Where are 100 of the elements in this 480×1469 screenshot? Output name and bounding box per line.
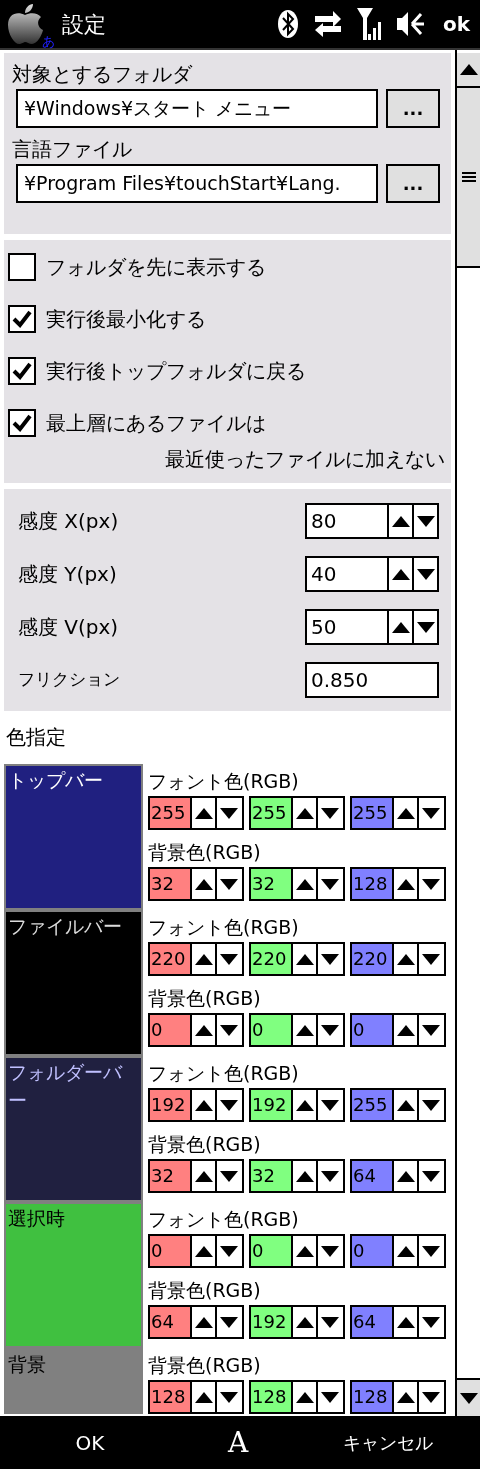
spin-down-button[interactable]	[316, 1161, 341, 1191]
color-spin-box[interactable]: 128	[350, 1380, 446, 1414]
spin-up-button[interactable]	[291, 1161, 316, 1191]
spin-up-button[interactable]	[190, 1382, 215, 1412]
spin-down-button[interactable]	[215, 1236, 240, 1266]
scroll-up-button[interactable]	[457, 53, 480, 88]
spin-up-button[interactable]	[387, 505, 412, 537]
path-field[interactable]: ¥Program Files¥touchStart¥Lang.	[16, 164, 378, 203]
spin-down-button[interactable]	[316, 1382, 341, 1412]
spin-box[interactable]: 80	[305, 503, 439, 539]
spin-down-button[interactable]	[215, 1090, 240, 1120]
color-spin-box[interactable]: 0	[148, 1013, 244, 1047]
spin-down-button[interactable]	[412, 611, 437, 643]
spin-down-button[interactable]	[215, 1161, 240, 1191]
color-spin-box[interactable]: 255	[148, 796, 244, 830]
spin-up-button[interactable]	[291, 1382, 316, 1412]
friction-field[interactable]: 0.850	[305, 662, 439, 698]
color-spin-box[interactable]: 0	[249, 1234, 345, 1268]
spin-up-button[interactable]	[392, 869, 417, 899]
spin-up-button[interactable]	[392, 1015, 417, 1045]
checkbox[interactable]	[8, 357, 36, 385]
color-spin-box[interactable]: 220	[148, 942, 244, 976]
spin-down-button[interactable]	[417, 1236, 442, 1266]
spin-down-button[interactable]	[215, 869, 240, 899]
color-spin-box[interactable]: 255	[249, 796, 345, 830]
spin-up-button[interactable]	[190, 1161, 215, 1191]
checkbox[interactable]	[8, 409, 36, 437]
ok-softkey[interactable]: OK	[0, 1427, 180, 1458]
spin-up-button[interactable]	[190, 944, 215, 974]
spin-down-button[interactable]	[316, 869, 341, 899]
spin-up-button[interactable]	[291, 1015, 316, 1045]
spin-down-button[interactable]	[215, 1307, 240, 1337]
spin-up-button[interactable]	[387, 611, 412, 643]
spin-down-button[interactable]	[417, 944, 442, 974]
scrollbar[interactable]	[455, 50, 480, 1416]
color-spin-box[interactable]: 220	[249, 942, 345, 976]
color-spin-box[interactable]: 255	[350, 1088, 446, 1122]
keyboard-button[interactable]: A	[180, 1421, 296, 1464]
color-spin-box[interactable]: 0	[148, 1234, 244, 1268]
spin-up-button[interactable]	[190, 1307, 215, 1337]
spin-up-button[interactable]	[190, 798, 215, 828]
color-spin-box[interactable]: 32	[249, 1159, 345, 1193]
ok-button[interactable]: ok	[438, 9, 474, 39]
color-spin-box[interactable]: 192	[249, 1305, 345, 1339]
spin-down-button[interactable]	[215, 1015, 240, 1045]
checkbox[interactable]	[8, 253, 36, 281]
color-spin-box[interactable]: 32	[148, 867, 244, 901]
color-spin-box[interactable]: 64	[350, 1305, 446, 1339]
spin-down-button[interactable]	[412, 558, 437, 590]
spin-down-button[interactable]	[417, 869, 442, 899]
spin-down-button[interactable]	[316, 1090, 341, 1120]
spin-up-button[interactable]	[190, 1015, 215, 1045]
browse-button[interactable]: ...	[386, 164, 440, 203]
color-spin-box[interactable]: 192	[249, 1088, 345, 1122]
spin-down-button[interactable]	[417, 1382, 442, 1412]
cancel-softkey[interactable]: キャンセル	[296, 1429, 480, 1456]
color-spin-box[interactable]: 128	[148, 1380, 244, 1414]
spin-down-button[interactable]	[417, 1161, 442, 1191]
spin-down-button[interactable]	[215, 944, 240, 974]
spin-up-button[interactable]	[291, 1236, 316, 1266]
spin-box[interactable]: 50	[305, 609, 439, 645]
spin-up-button[interactable]	[190, 1090, 215, 1120]
spin-up-button[interactable]	[392, 1382, 417, 1412]
path-field[interactable]: ¥Windows¥スタート メニュー	[16, 89, 378, 128]
spin-up-button[interactable]	[392, 1236, 417, 1266]
spin-up-button[interactable]	[190, 1236, 215, 1266]
spin-down-button[interactable]	[417, 1090, 442, 1120]
color-spin-box[interactable]: 128	[350, 867, 446, 901]
spin-up-button[interactable]	[392, 1161, 417, 1191]
color-spin-box[interactable]: 128	[249, 1380, 345, 1414]
color-spin-box[interactable]: 0	[350, 1013, 446, 1047]
spin-up-button[interactable]	[392, 944, 417, 974]
spin-up-button[interactable]	[291, 798, 316, 828]
color-spin-box[interactable]: 32	[249, 867, 345, 901]
checkbox[interactable]	[8, 305, 36, 333]
spin-down-button[interactable]	[417, 798, 442, 828]
scroll-thumb[interactable]	[457, 88, 480, 268]
color-spin-box[interactable]: 192	[148, 1088, 244, 1122]
spin-box[interactable]: 40	[305, 556, 439, 592]
apple-logo-icon[interactable]	[6, 3, 44, 45]
spin-up-button[interactable]	[291, 1307, 316, 1337]
spin-up-button[interactable]	[190, 869, 215, 899]
color-spin-box[interactable]: 64	[148, 1305, 244, 1339]
browse-button[interactable]: ...	[386, 89, 440, 128]
spin-up-button[interactable]	[291, 869, 316, 899]
color-spin-box[interactable]: 255	[350, 796, 446, 830]
spin-up-button[interactable]	[291, 944, 316, 974]
color-spin-box[interactable]: 0	[350, 1234, 446, 1268]
color-spin-box[interactable]: 32	[148, 1159, 244, 1193]
color-spin-box[interactable]: 0	[249, 1013, 345, 1047]
scroll-down-button[interactable]	[457, 1378, 480, 1416]
spin-down-button[interactable]	[316, 1236, 341, 1266]
spin-down-button[interactable]	[417, 1307, 442, 1337]
spin-up-button[interactable]	[387, 558, 412, 590]
spin-up-button[interactable]	[291, 1090, 316, 1120]
spin-down-button[interactable]	[417, 1015, 442, 1045]
spin-up-button[interactable]	[392, 1090, 417, 1120]
color-spin-box[interactable]: 220	[350, 942, 446, 976]
spin-up-button[interactable]	[392, 1307, 417, 1337]
spin-down-button[interactable]	[412, 505, 437, 537]
